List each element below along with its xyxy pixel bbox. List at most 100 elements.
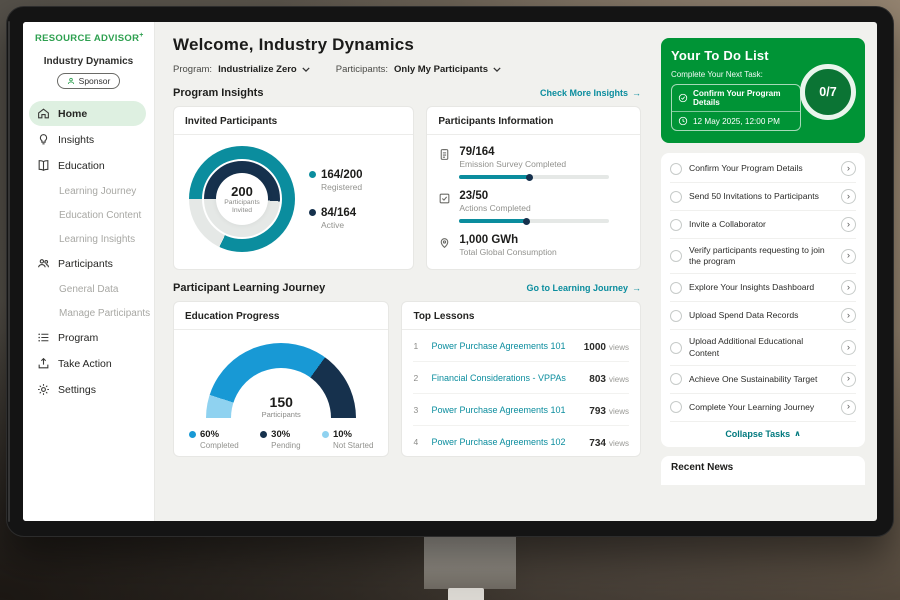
task-checkbox[interactable]: [670, 282, 682, 294]
task-chevron-button[interactable]: ›: [841, 189, 856, 204]
task-chevron-button[interactable]: ›: [841, 400, 856, 415]
task-chevron-button[interactable]: ›: [841, 340, 856, 355]
sidebar-item-education[interactable]: Education: [29, 153, 146, 178]
task-checkbox[interactable]: [670, 373, 682, 385]
go-to-learning-journey-link[interactable]: Go to Learning Journey →: [526, 283, 641, 293]
sidebar-item-education-content[interactable]: Education Content: [23, 203, 154, 227]
task-chevron-button[interactable]: ›: [841, 249, 856, 264]
lesson-link[interactable]: Power Purchase Agreements 102: [431, 437, 581, 447]
task-label: Invite a Collaborator: [689, 219, 834, 230]
link-label: Check More Insights: [540, 88, 628, 98]
participants-dropdown-value: Only My Participants: [394, 64, 488, 75]
not-started-pct: 10%: [333, 429, 352, 440]
sidebar-item-home[interactable]: Home: [29, 101, 146, 126]
lesson-link[interactable]: Power Purchase Agreements 101: [431, 341, 575, 351]
chevron-right-icon: ›: [847, 220, 850, 230]
insights-icon: [37, 133, 50, 146]
task-checkbox[interactable]: [670, 250, 682, 262]
registered-label: Registered: [321, 182, 363, 192]
lesson-views: 734views: [589, 433, 629, 451]
task-chevron-button[interactable]: ›: [841, 217, 856, 232]
sponsor-badge-label: Sponsor: [79, 76, 111, 86]
task-chevron-button[interactable]: ›: [841, 280, 856, 295]
chevron-right-icon: ›: [847, 283, 850, 293]
insights-cards-row: Invited Participants 200 Participants In…: [173, 106, 641, 270]
participants-dropdown[interactable]: Only My Participants: [394, 64, 501, 75]
legend-item-pending: 30% Pending: [260, 429, 300, 450]
sidebar: RESOURCE ADVISOR+ Industry Dynamics Spon…: [23, 22, 155, 521]
org-name: Industry Dynamics: [23, 56, 154, 67]
stat-label: Total Global Consumption: [459, 247, 556, 257]
recent-news-header: Recent News: [661, 456, 865, 485]
task-checkbox[interactable]: [670, 163, 682, 175]
survey-icon: [438, 148, 451, 161]
chevron-right-icon: ›: [847, 251, 850, 261]
sidebar-item-settings[interactable]: Settings: [29, 377, 146, 402]
monitor-stand: [424, 537, 516, 589]
task-checkbox[interactable]: [670, 219, 682, 231]
task-checkbox[interactable]: [670, 191, 682, 203]
participants-information-card: Participants Information 79/164 Emission…: [426, 106, 641, 270]
sidebar-item-take-action[interactable]: Take Action: [29, 351, 146, 376]
lesson-link[interactable]: Power Purchase Agreements 101: [431, 405, 581, 415]
sidebar-item-manage-participants[interactable]: Manage Participants: [23, 301, 154, 325]
completed-dot-icon: [189, 431, 196, 438]
legend-item-not-started: 10% Not Started: [322, 429, 373, 450]
task-chevron-button[interactable]: ›: [841, 372, 856, 387]
sidebar-item-label: Participants: [58, 258, 113, 270]
sponsor-person-icon: [67, 77, 75, 85]
filters-bar: Program: Industrialize Zero Participants…: [173, 64, 641, 75]
legend-item-registered: 164/200 Registered: [309, 169, 363, 192]
task-chevron-button[interactable]: ›: [841, 161, 856, 176]
donut-center-label: Participants Invited: [219, 199, 265, 215]
lesson-rank: 3: [413, 405, 423, 415]
sidebar-item-general-data[interactable]: General Data: [23, 277, 154, 301]
task-row: Verify participants requesting to join t…: [670, 239, 856, 274]
lesson-link[interactable]: Financial Considerations - VPPAs: [431, 373, 581, 383]
invited-card-body: 200 Participants Invited 164/200: [185, 135, 402, 252]
next-task-row[interactable]: Confirm Your Program Details: [672, 85, 800, 111]
photo-background: RESOURCE ADVISOR+ Industry Dynamics Spon…: [0, 0, 900, 600]
sidebar-item-learning-journey[interactable]: Learning Journey: [23, 179, 154, 203]
task-row: Explore Your Insights Dashboard ›: [670, 274, 856, 302]
task-checkbox[interactable]: [670, 401, 682, 413]
sidebar-item-label: Settings: [58, 384, 96, 396]
task-row: Send 50 Invitations to Participants ›: [670, 183, 856, 211]
app-logo: RESOURCE ADVISOR+: [23, 32, 154, 44]
not-started-label: Not Started: [333, 441, 373, 450]
task-chevron-button[interactable]: ›: [841, 308, 856, 323]
registered-value: 164/200: [321, 169, 363, 181]
sidebar-item-learning-insights[interactable]: Learning Insights: [23, 227, 154, 251]
collapse-tasks-link[interactable]: Collapse Tasks ∧: [670, 422, 856, 445]
sidebar-item-label: Take Action: [58, 358, 112, 370]
arrow-right-icon: →: [632, 283, 641, 293]
views-count: 734: [589, 438, 606, 449]
logo-text-resource: RESOURCE: [35, 33, 91, 44]
program-dropdown[interactable]: Industrialize Zero: [218, 64, 310, 75]
sidebar-item-insights[interactable]: Insights: [29, 127, 146, 152]
sidebar-item-label: Learning Journey: [59, 186, 136, 197]
not-started-dot-icon: [322, 431, 329, 438]
task-checkbox[interactable]: [670, 310, 682, 322]
stat-value: 23/50: [459, 190, 609, 202]
task-label: Upload Additional Educational Content: [689, 336, 834, 358]
home-icon: [37, 107, 50, 120]
top-lessons-card: Top Lessons 1 Power Purchase Agreements …: [401, 301, 641, 457]
lesson-rank: 4: [413, 437, 423, 447]
views-count: 1000: [584, 342, 606, 353]
check-more-insights-link[interactable]: Check More Insights →: [540, 88, 641, 98]
task-checkbox[interactable]: [670, 342, 682, 354]
sidebar-item-program[interactable]: Program: [29, 325, 146, 350]
stat-value: 1,000 GWh: [459, 234, 556, 246]
next-task-box: Confirm Your Program Details 12 May 2025…: [671, 84, 801, 131]
gauge-center-label: Participants: [206, 410, 356, 419]
chevron-down-icon: [302, 67, 310, 72]
sidebar-item-label: Home: [58, 108, 87, 120]
sponsor-badge[interactable]: Sponsor: [57, 73, 121, 89]
lesson-rank: 1: [413, 341, 423, 351]
sidebar-item-participants[interactable]: Participants: [29, 251, 146, 276]
card-title: Top Lessons: [402, 311, 640, 330]
registered-dot-icon: [309, 171, 316, 178]
emission-progress-fill: [459, 175, 531, 179]
active-value: 84/164: [321, 207, 356, 219]
